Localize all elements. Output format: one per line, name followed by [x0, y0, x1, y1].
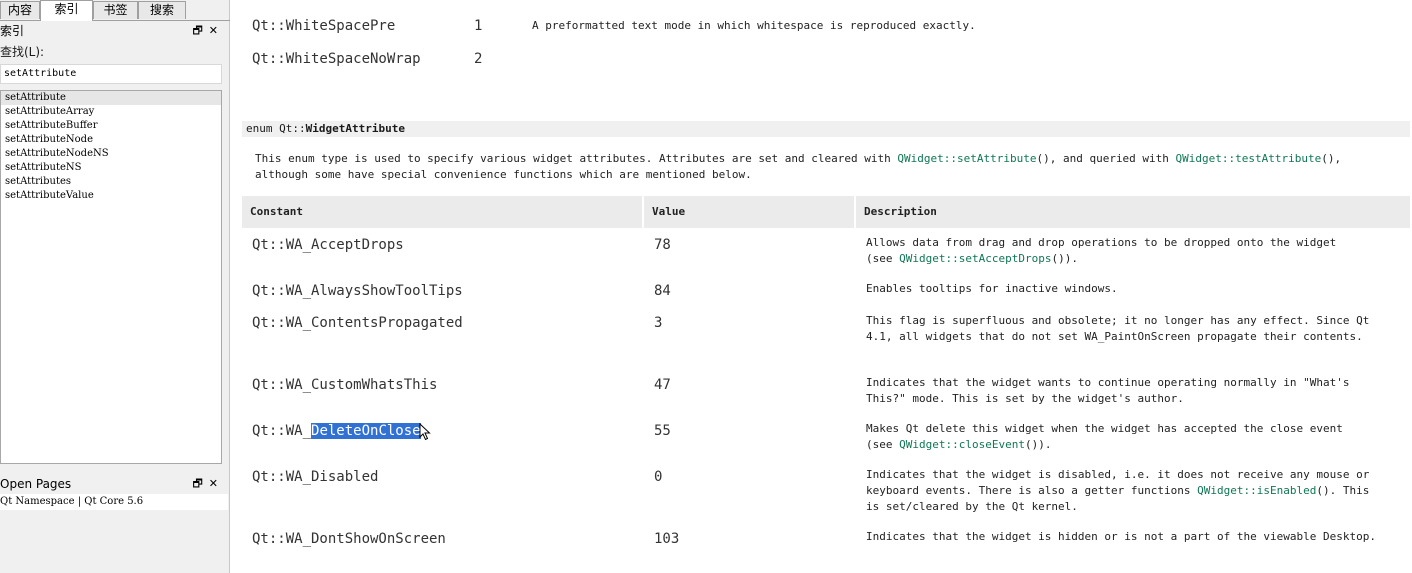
- list-item[interactable]: setAttributeArray: [1, 105, 221, 119]
- list-item[interactable]: setAttributeValue: [1, 189, 221, 203]
- link-setacceptdrops[interactable]: QWidget::setAcceptDrops: [899, 252, 1051, 265]
- link-setattribute[interactable]: QWidget::setAttribute: [897, 152, 1036, 165]
- constant-name: Qt::WA_ContentsPropagated: [252, 315, 463, 331]
- left-sidebar: 内容 索引 书签 搜索 索引 🗗✕ 查找(L): setAttribute se…: [0, 0, 230, 573]
- help-content[interactable]: Qt::WhiteSpacePre 1 A preformatted text …: [232, 0, 1412, 573]
- index-dock-label: 索引: [0, 24, 25, 38]
- mouse-cursor-icon: [419, 422, 431, 441]
- close-dock-icon[interactable]: ✕: [209, 477, 224, 490]
- list-item[interactable]: setAttributeBuffer: [1, 119, 221, 133]
- constant-prefix: Qt::WA_: [252, 423, 312, 439]
- constant-description: Indicates that the widget is disabled, i…: [866, 467, 1386, 515]
- constant-value: 78: [654, 237, 671, 253]
- constant-value: 0: [654, 469, 663, 485]
- constant-value: 84: [654, 283, 671, 299]
- constant-value: 103: [654, 531, 680, 547]
- list-item[interactable]: setAttribute: [1, 91, 221, 105]
- enum-name: WidgetAttribute: [305, 122, 405, 135]
- float-dock-icon[interactable]: 🗗: [192, 477, 208, 490]
- constant-description: Indicates that the widget wants to conti…: [866, 376, 1350, 405]
- constant-value: 47: [654, 377, 671, 393]
- link-closeevent[interactable]: QWidget::closeEvent: [899, 438, 1025, 451]
- selected-text[interactable]: DeleteOnClose: [311, 423, 421, 439]
- constant-value: 2: [474, 51, 483, 67]
- desc-text: Allows data from drag and drop operation…: [866, 236, 1337, 249]
- index-search-input[interactable]: setAttribute: [0, 64, 222, 84]
- enum-heading: enum Qt::WidgetAttribute: [242, 121, 1410, 137]
- enum-intro: This enum type is used to specify variou…: [255, 151, 1412, 183]
- tab-search[interactable]: 搜索: [138, 1, 186, 19]
- sidebar-tabs: 内容 索引 书签 搜索: [0, 0, 230, 21]
- constant-value: 3: [654, 315, 663, 331]
- enum-row-whitespace-pre: Qt::WhiteSpacePre 1 A preformatted text …: [252, 18, 976, 34]
- constant-name: Qt::WA_CustomWhatsThis: [252, 377, 438, 393]
- constant-value: 55: [654, 423, 671, 439]
- constant-name: Qt::WhiteSpaceNoWrap: [252, 51, 421, 67]
- intro-text: (), and queried with: [1036, 152, 1176, 165]
- tab-contents[interactable]: 内容: [0, 1, 40, 19]
- constant-name: Qt::WA_AcceptDrops: [252, 237, 404, 253]
- list-item[interactable]: setAttributeNodeNS: [1, 147, 221, 161]
- constant-value: 1: [474, 18, 483, 34]
- intro-text: although some have special convenience f…: [255, 168, 752, 181]
- desc-text: ()).: [1024, 438, 1052, 451]
- desc-text: Makes Qt delete this widget when the wid…: [866, 422, 1343, 435]
- open-pages-dock-title: Open Pages 🗗✕: [0, 476, 228, 492]
- index-list[interactable]: setAttribute setAttributeArray setAttrib…: [0, 90, 222, 464]
- link-testattribute[interactable]: QWidget::testAttribute: [1176, 152, 1322, 165]
- float-dock-icon[interactable]: 🗗: [192, 24, 208, 37]
- desc-text: (see: [866, 252, 900, 265]
- constant-description: Allows data from drag and drop operation…: [866, 235, 1386, 267]
- constant-name: Qt::WA_AlwaysShowToolTips: [252, 283, 463, 299]
- list-item[interactable]: setAttributeNS: [1, 161, 221, 175]
- open-pages-label: Open Pages: [0, 477, 72, 491]
- desc-text: (see: [866, 438, 900, 451]
- constant-description: A preformatted text mode in which whites…: [532, 19, 976, 32]
- constant-name: Qt::WhiteSpacePre: [252, 18, 396, 34]
- intro-text: This enum type is used to specify variou…: [255, 152, 898, 165]
- index-dock-title: 索引 🗗✕: [0, 23, 228, 39]
- enum-row-whitespace-nowrap: Qt::WhiteSpaceNoWrap 2: [252, 51, 482, 67]
- list-item[interactable]: setAttributeNode: [1, 133, 221, 147]
- constant-description: Indicates that the widget is hidden or i…: [866, 530, 1376, 543]
- constant-name: Qt::WA_DontShowOnScreen: [252, 531, 446, 547]
- header-value: Value: [644, 196, 854, 228]
- desc-text: ()).: [1051, 252, 1078, 265]
- link-isenabled[interactable]: QWidget::isEnabled: [1197, 484, 1316, 497]
- find-label: 查找(L):: [0, 45, 45, 59]
- tab-index[interactable]: 索引: [40, 0, 93, 21]
- tab-bookmarks[interactable]: 书签: [93, 1, 138, 19]
- constant-description: Makes Qt delete this widget when the wid…: [866, 421, 1386, 453]
- close-dock-icon[interactable]: ✕: [209, 24, 224, 37]
- list-item[interactable]: setAttributes: [1, 175, 221, 189]
- intro-text: (),: [1321, 152, 1342, 165]
- enum-prefix: enum Qt::: [246, 122, 306, 135]
- constant-name: Qt::WA_DeleteOnClose: [252, 422, 431, 441]
- open-page-entry[interactable]: Qt Namespace | Qt Core 5.6: [0, 494, 228, 510]
- constant-description: Enables tooltips for inactive windows.: [866, 282, 1118, 295]
- constant-name: Qt::WA_Disabled: [252, 469, 379, 485]
- constant-description: This flag is superfluous and obsolete; i…: [866, 314, 1370, 343]
- header-constant: Constant: [242, 196, 642, 228]
- header-description: Description: [856, 196, 1410, 228]
